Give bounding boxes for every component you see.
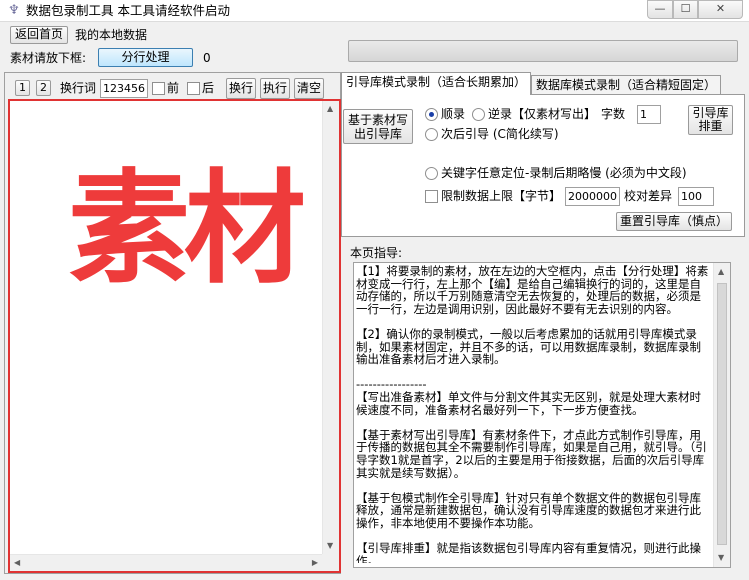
guide-scroll-thumb[interactable] (717, 283, 727, 545)
count-label: 字数 (601, 107, 626, 121)
scroll-up-icon[interactable]: ▲ (327, 104, 333, 114)
guide-vscroll[interactable]: ▲ ▼ (713, 263, 730, 567)
clear-button[interactable]: 清空 (294, 78, 324, 99)
editor-content: 素材 (68, 156, 306, 300)
split-button[interactable]: 分行处理 (98, 48, 193, 67)
limit-checkbox[interactable] (425, 190, 438, 203)
before-checkbox[interactable] (152, 82, 165, 95)
progress-bar (348, 40, 738, 62)
split-count: 0 (203, 51, 211, 65)
order-forward-radio[interactable] (425, 108, 438, 121)
preset-1-button[interactable]: 1 (15, 80, 30, 96)
write-guide-button[interactable]: 基于素材写出引导库 (343, 109, 413, 144)
guide-scroll-down-icon[interactable]: ▼ (718, 553, 724, 563)
guide-scroll-up-icon[interactable]: ▲ (718, 267, 724, 277)
guide-textbox[interactable]: 【1】将要录制的素材，放在左边的大空框内，点击【分行处理】将素材变成一行行，左上… (353, 262, 731, 568)
app-icon: ♆ (8, 3, 20, 18)
editor-hscroll[interactable]: ◀ ▶ (10, 554, 322, 571)
tab-database-mode[interactable]: 数据库模式录制（适合精短固定） (531, 75, 722, 95)
diff-input[interactable] (678, 187, 714, 206)
diff-label: 校对差异 (624, 189, 673, 203)
preset-2-button[interactable]: 2 (36, 80, 51, 96)
guide-text: 【1】将要录制的素材，放在左边的大空框内，点击【分行处理】将素材变成一行行，左上… (356, 265, 709, 563)
scroll-down-icon[interactable]: ▼ (327, 541, 333, 551)
after-checkbox[interactable] (187, 82, 200, 95)
material-label: 素材请放下框: (10, 51, 87, 65)
close-button[interactable]: ✕ (698, 0, 743, 19)
order-reverse-label: 逆录【仅素材写出】 (488, 107, 597, 121)
run-button[interactable]: 执行 (260, 78, 290, 99)
scroll-right-icon[interactable]: ▶ (312, 558, 318, 568)
limit-label: 限制数据上限【字节】 (441, 189, 562, 203)
home-button[interactable]: 返回首页 (10, 26, 68, 44)
local-data-label: 我的本地数据 (75, 28, 148, 42)
sort-guide-button[interactable]: 引导库排重 (688, 105, 733, 135)
newline-input[interactable] (100, 79, 148, 98)
reset-guide-button[interactable]: 重置引导库（慎点） (616, 212, 732, 231)
maximize-button[interactable]: ☐ (673, 0, 698, 19)
minimize-button[interactable]: — (647, 0, 673, 19)
secondary-guide-label: 次后引导 (C简化续写) (441, 127, 559, 141)
scroll-corner (322, 554, 339, 571)
order-forward-label: 顺录 (441, 107, 466, 121)
limit-input[interactable] (565, 187, 620, 206)
secondary-guide-radio[interactable] (425, 128, 438, 141)
keyword-locate-label: 关键字任意定位-录制后期略慢 (必须为中文段) (441, 166, 687, 180)
material-editor[interactable]: 素材 ▲ ▼ ◀ ▶ (8, 99, 341, 573)
before-label: 前 (167, 81, 180, 95)
after-label: 后 (202, 81, 215, 95)
count-input[interactable] (637, 105, 661, 124)
tab-guide-mode[interactable]: 引导库模式录制（适合长期累加） (341, 72, 532, 95)
newline-label: 换行词 (60, 81, 97, 95)
order-reverse-radio[interactable] (472, 108, 485, 121)
scroll-left-icon[interactable]: ◀ (14, 558, 20, 568)
window-title: 数据包录制工具 本工具请经软件启动 (26, 3, 230, 18)
guide-title: 本页指导: (350, 246, 403, 260)
editor-vscroll[interactable]: ▲ ▼ (322, 101, 339, 554)
keyword-locate-radio[interactable] (425, 167, 438, 180)
newline-button[interactable]: 换行 (226, 78, 256, 99)
